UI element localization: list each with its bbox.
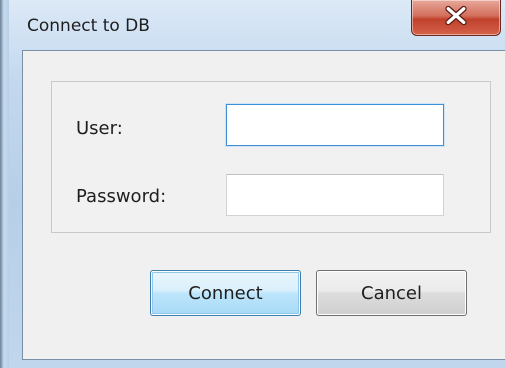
window-title: Connect to DB [27, 16, 150, 36]
password-input[interactable] [226, 174, 444, 216]
close-button[interactable] [411, 0, 501, 36]
cancel-button[interactable]: Cancel [316, 270, 467, 316]
credentials-panel: User: Password: [51, 81, 491, 233]
dialog-window: Connect to DB User: Password: Connect Ca… [0, 0, 505, 368]
close-icon [445, 5, 467, 26]
connect-button[interactable]: Connect [150, 270, 301, 316]
dialog-client-area: User: Password: Connect Cancel [22, 50, 505, 360]
user-label: User: [76, 118, 123, 139]
password-label: Password: [76, 186, 167, 207]
window-frame-edge [0, 0, 9, 368]
user-input[interactable] [226, 104, 444, 146]
